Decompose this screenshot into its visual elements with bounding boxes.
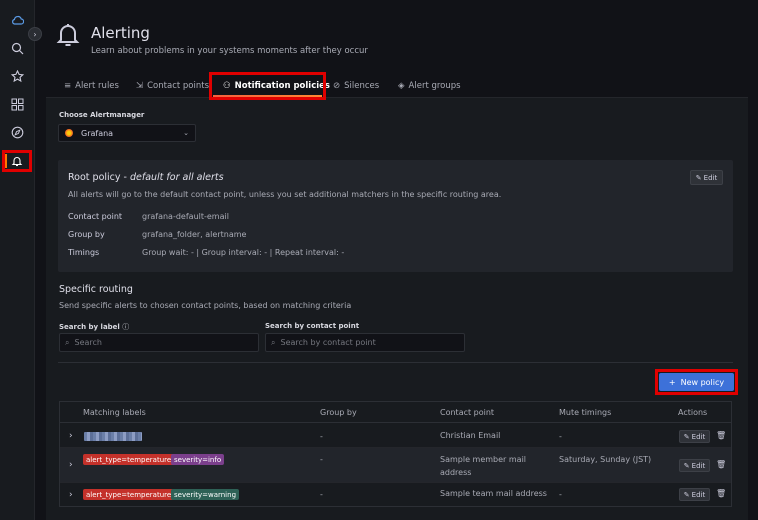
root-field-label: Timings — [68, 248, 100, 257]
trash-icon[interactable]: 🗑 — [716, 460, 726, 469]
alertmanager-label: Choose Alertmanager — [59, 111, 145, 119]
active-nav-indicator — [5, 154, 7, 168]
alertmanager-select[interactable]: Grafana ⌄ — [58, 124, 196, 142]
column-header: Contact point — [440, 408, 495, 417]
chevron-right-icon[interactable]: › — [69, 431, 73, 441]
root-field-value: Group wait: - | Group interval: - | Repe… — [142, 248, 345, 257]
search-contact-title: Search by contact point — [265, 322, 360, 330]
root-policy-title-text: Root policy - — [68, 172, 130, 183]
label-pill: alert_type=temperature — [83, 454, 175, 465]
root-field-value: grafana-default-email — [142, 212, 229, 221]
search-by-label-input[interactable]: ⌕ Search — [59, 333, 259, 352]
tab-silences[interactable]: ⊘ Silences — [333, 72, 379, 100]
table-row: › alert_type=temperature severity=info -… — [60, 448, 731, 483]
chevron-down-icon: ⌄ — [183, 129, 189, 137]
mute-timings-cell: Saturday, Sunday (JST) — [559, 455, 652, 464]
page-subtitle: Learn about problems in your systems mom… — [91, 46, 368, 56]
column-header: Mute timings — [559, 408, 612, 417]
grafana-logo-icon — [65, 129, 73, 137]
trash-icon[interactable]: 🗑 — [716, 489, 726, 498]
policies-table: Matching labels Group by Contact point M… — [59, 401, 732, 507]
edit-label: Edit — [691, 490, 706, 499]
bell-icon — [56, 22, 80, 48]
contact-point-cell: Sample team mail address — [440, 489, 547, 498]
pen-icon: ✎ — [683, 461, 690, 470]
page-title: Alerting — [91, 24, 150, 42]
redacted-label — [84, 432, 142, 441]
search-icon: ⌕ — [271, 337, 276, 347]
tab-label: Silences — [344, 81, 380, 91]
search-placeholder: Search — [74, 338, 102, 347]
column-header: Group by — [320, 408, 357, 417]
search-label-title: Search by label ⓘ — [59, 322, 129, 332]
tab-label: Contact points — [147, 81, 210, 91]
bell-slash-icon: ⊘ — [333, 81, 341, 91]
row-edit-button[interactable]: ✎ Edit — [679, 430, 710, 443]
star-icon[interactable] — [7, 66, 27, 86]
label-pill: severity=info — [171, 454, 225, 465]
trash-icon[interactable]: 🗑 — [716, 431, 726, 440]
divider — [58, 362, 733, 363]
tab-label: Alert groups — [408, 81, 461, 91]
specific-routing-title: Specific routing — [59, 284, 133, 295]
contact-point-cell: Christian Email — [440, 431, 501, 440]
contact-point-cell: Sample member mail — [440, 455, 527, 464]
label-pill: alert_type=temperature — [83, 489, 175, 500]
plus-icon: + — [668, 377, 676, 387]
group-by-cell: - — [320, 490, 323, 499]
root-policy-title-em: default for all alerts — [129, 172, 224, 183]
table-header: Matching labels Group by Contact point M… — [60, 402, 731, 423]
root-policy-title: Root policy - default for all alerts — [68, 172, 224, 183]
compass-icon[interactable] — [7, 122, 27, 142]
edit-label: Edit — [691, 432, 706, 441]
root-policy-description: All alerts will go to the default contac… — [68, 190, 502, 199]
cloud-icon[interactable] — [7, 10, 27, 30]
group-by-cell: - — [320, 432, 323, 441]
contact-icon: ⇲ — [136, 81, 144, 91]
specific-routing-description: Send specific alerts to chosen contact p… — [59, 301, 352, 310]
search-icon: ⌕ — [65, 337, 70, 347]
search-placeholder: Search by contact point — [280, 338, 376, 347]
alertmanager-selected: Grafana — [81, 128, 114, 138]
mute-timings-cell: - — [559, 490, 562, 499]
label-pill: severity=warning — [171, 489, 240, 500]
pen-icon: ✎ — [683, 490, 690, 499]
column-header: Actions — [678, 408, 708, 417]
chevron-right-icon[interactable]: › — [28, 27, 42, 41]
list-icon: ≡ — [64, 81, 72, 91]
table-row: › - Christian Email - ✎ Edit 🗑 — [60, 424, 731, 448]
tab-alert-groups[interactable]: ◈ Alert groups — [398, 72, 461, 100]
new-policy-button[interactable]: + New policy — [659, 373, 734, 391]
column-header: Matching labels — [83, 408, 146, 417]
search-icon[interactable] — [7, 38, 27, 58]
contact-point-cell-line2: address — [440, 468, 472, 477]
new-policy-label: New policy — [680, 377, 725, 387]
search-by-contact-input[interactable]: ⌕ Search by contact point — [265, 333, 465, 352]
edit-label: Edit — [691, 461, 706, 470]
tab-active-underline — [213, 95, 322, 97]
info-icon[interactable]: ⓘ — [122, 323, 129, 331]
row-edit-button[interactable]: ✎ Edit — [679, 459, 710, 472]
dashboard-grid-icon[interactable] — [7, 94, 27, 114]
tab-label: Alert rules — [75, 81, 119, 91]
group-by-cell: - — [320, 455, 323, 464]
tab-contact-points[interactable]: ⇲ Contact points — [136, 72, 209, 100]
tab-alert-rules[interactable]: ≡ Alert rules — [64, 72, 119, 100]
layer-group-icon: ◈ — [398, 81, 405, 91]
table-row: › alert_type=temperature severity=warnin… — [60, 484, 731, 506]
root-field-label: Contact point — [68, 212, 123, 221]
edit-label: Edit — [703, 173, 718, 182]
sidebar — [0, 0, 35, 520]
chevron-right-icon[interactable]: › — [69, 490, 73, 500]
root-policy-edit-button[interactable]: ✎ Edit — [690, 170, 723, 185]
pen-icon: ✎ — [683, 432, 690, 441]
chevron-right-icon[interactable]: › — [69, 460, 73, 470]
row-edit-button[interactable]: ✎ Edit — [679, 488, 710, 501]
search-label-text: Search by label — [59, 323, 120, 331]
mute-timings-cell: - — [559, 432, 562, 441]
root-field-value: grafana_folder, alertname — [142, 230, 247, 239]
root-field-label: Group by — [68, 230, 105, 239]
pen-icon: ✎ — [695, 173, 702, 182]
